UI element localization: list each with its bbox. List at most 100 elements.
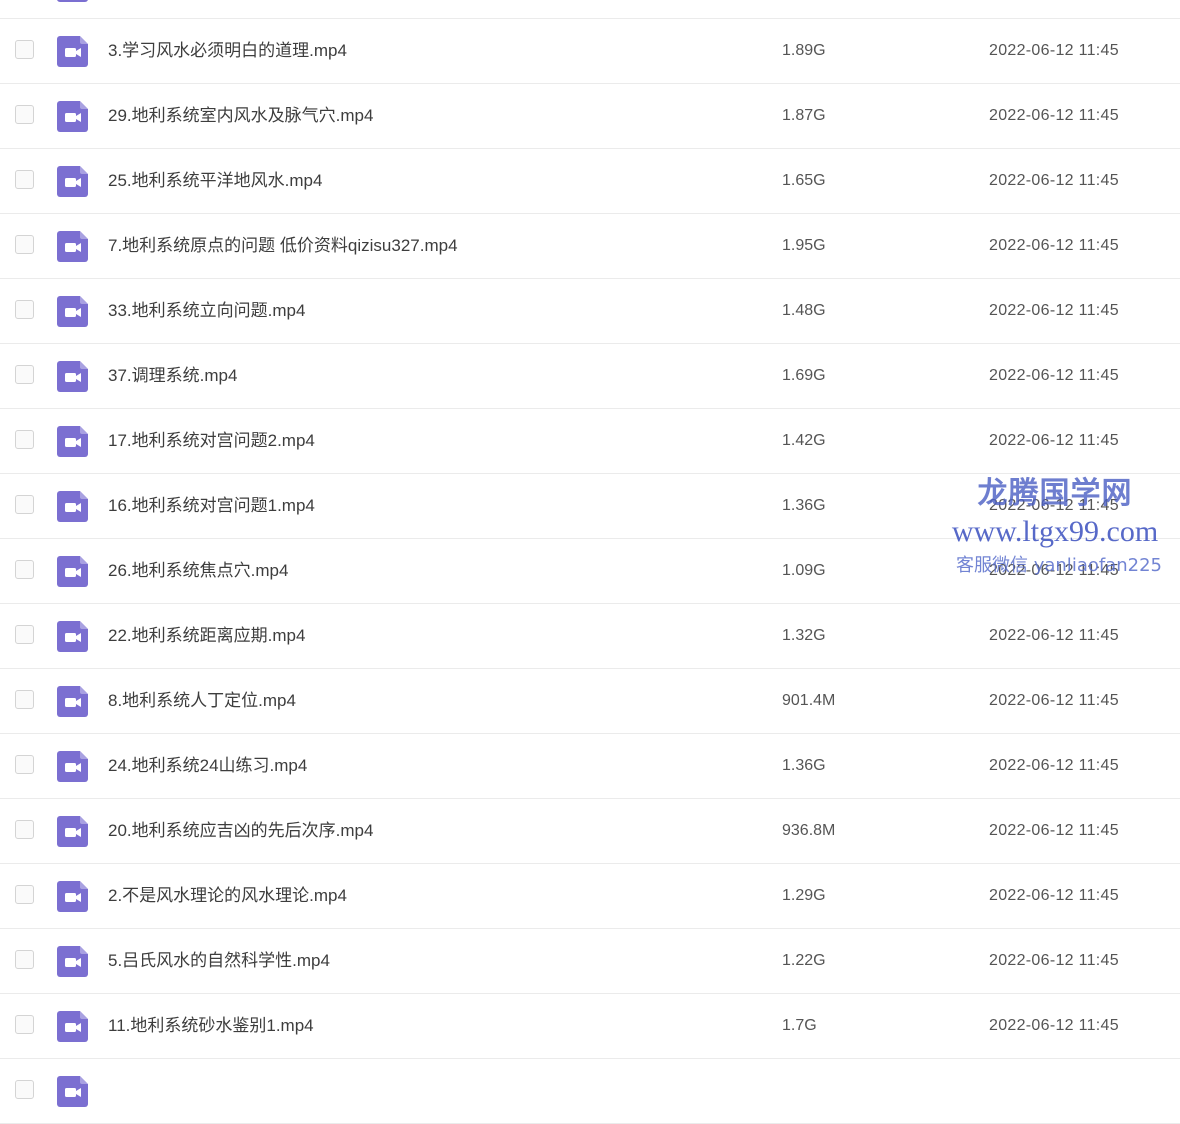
file-date: 2022-06-12 11:45 <box>989 887 1119 904</box>
file-row[interactable]: 33.地利系统立向问题.mp4 1.48G 2022-06-12 11:45 <box>0 279 1180 344</box>
file-name[interactable]: 2.不是风水理论的风水理论.mp4 <box>108 864 347 928</box>
file-size: 1.48G <box>782 302 826 319</box>
video-file-icon <box>57 1011 88 1042</box>
file-date: 2022-06-12 11:45 <box>989 42 1119 59</box>
file-size: 1.69G <box>782 367 826 384</box>
row-checkbox[interactable] <box>15 430 34 449</box>
file-name[interactable]: 37.调理系统.mp4 <box>108 344 237 408</box>
row-checkbox[interactable] <box>15 755 34 774</box>
file-list: 3.学习风水必须明白的道理.mp4 1.89G 2022-06-12 11:45 29… <box>0 0 1180 1124</box>
row-checkbox[interactable] <box>15 950 34 969</box>
file-date: 2022-06-12 11:45 <box>989 367 1119 384</box>
file-row[interactable]: 24.地利系统24山练习.mp4 1.36G 2022-06-12 11:45 <box>0 734 1180 799</box>
row-checkbox[interactable] <box>15 365 34 384</box>
file-row[interactable]: 11.地利系统砂水鉴别1.mp4 1.7G 2022-06-12 11:45 <box>0 994 1180 1059</box>
file-row[interactable]: 37.调理系统.mp4 1.69G 2022-06-12 11:45 <box>0 344 1180 409</box>
row-checkbox[interactable] <box>15 560 34 579</box>
file-name[interactable]: 17.地利系统对宫问题2.mp4 <box>108 409 315 473</box>
file-row[interactable] <box>0 0 1180 19</box>
file-size: 936.8M <box>782 822 836 839</box>
video-file-icon <box>57 491 88 522</box>
file-name[interactable]: 25.地利系统平洋地风水.mp4 <box>108 149 322 213</box>
video-file-icon <box>57 686 88 717</box>
file-row[interactable]: 20.地利系统应吉凶的先后次序.mp4 936.8M 2022-06-12 11:4… <box>0 799 1180 864</box>
video-file-icon <box>57 816 88 847</box>
row-checkbox[interactable] <box>15 820 34 839</box>
file-date: 2022-06-12 11:45 <box>989 627 1119 644</box>
video-file-icon <box>57 1076 88 1107</box>
row-checkbox[interactable] <box>15 1015 34 1034</box>
row-checkbox[interactable] <box>15 625 34 644</box>
video-file-icon <box>57 296 88 327</box>
row-checkbox[interactable] <box>15 885 34 904</box>
video-file-icon <box>57 881 88 912</box>
row-checkbox[interactable] <box>15 235 34 254</box>
row-checkbox[interactable] <box>15 40 34 59</box>
video-file-icon <box>57 751 88 782</box>
file-date: 2022-06-12 11:45 <box>989 1017 1119 1034</box>
file-date: 2022-06-12 11:45 <box>989 497 1119 514</box>
video-file-icon <box>57 101 88 132</box>
file-row[interactable]: 16.地利系统对宫问题1.mp4 1.36G 2022-06-12 11:45 <box>0 474 1180 539</box>
file-name[interactable]: 22.地利系统距离应期.mp4 <box>108 604 305 668</box>
video-file-icon <box>57 166 88 197</box>
file-date: 2022-06-12 11:45 <box>989 237 1119 254</box>
file-size: 901.4M <box>782 692 836 709</box>
file-date: 2022-06-12 11:45 <box>989 757 1119 774</box>
file-name[interactable]: 26.地利系统焦点穴.mp4 <box>108 539 288 603</box>
video-file-icon <box>57 361 88 392</box>
file-date: 2022-06-12 11:45 <box>989 822 1119 839</box>
file-name[interactable]: 3.学习风水必须明白的道理.mp4 <box>108 19 347 83</box>
file-row[interactable]: 5.吕氏风水的自然科学性.mp4 1.22G 2022-06-12 11:45 <box>0 929 1180 994</box>
video-file-icon <box>57 426 88 457</box>
video-file-icon <box>57 36 88 67</box>
file-size: 1.09G <box>782 562 826 579</box>
file-name[interactable]: 29.地利系统室内风水及脉气穴.mp4 <box>108 84 373 148</box>
video-file-icon <box>57 556 88 587</box>
file-date: 2022-06-12 11:45 <box>989 562 1119 579</box>
row-checkbox[interactable] <box>15 300 34 319</box>
video-file-icon <box>57 0 88 2</box>
file-date: 2022-06-12 11:45 <box>989 302 1119 319</box>
file-row[interactable]: 25.地利系统平洋地风水.mp4 1.65G 2022-06-12 11:45 <box>0 149 1180 214</box>
file-size: 1.7G <box>782 1017 817 1034</box>
file-size: 1.32G <box>782 627 826 644</box>
file-row[interactable]: 2.不是风水理论的风水理论.mp4 1.29G 2022-06-12 11:45 <box>0 864 1180 929</box>
file-date: 2022-06-12 11:45 <box>989 107 1119 124</box>
file-name[interactable]: 24.地利系统24山练习.mp4 <box>108 734 307 798</box>
file-date: 2022-06-12 11:45 <box>989 692 1119 709</box>
file-size: 1.29G <box>782 887 826 904</box>
file-size: 1.22G <box>782 952 826 969</box>
file-row[interactable]: 29.地利系统室内风水及脉气穴.mp4 1.87G 2022-06-12 11:45 <box>0 84 1180 149</box>
file-size: 1.36G <box>782 757 826 774</box>
file-date: 2022-06-12 11:45 <box>989 952 1119 969</box>
row-checkbox[interactable] <box>15 690 34 709</box>
file-row[interactable]: 3.学习风水必须明白的道理.mp4 1.89G 2022-06-12 11:45 <box>0 19 1180 84</box>
file-name[interactable]: 8.地利系统人丁定位.mp4 <box>108 669 296 733</box>
row-checkbox[interactable] <box>15 105 34 124</box>
row-checkbox[interactable] <box>15 170 34 189</box>
file-name[interactable]: 33.地利系统立向问题.mp4 <box>108 279 305 343</box>
file-date: 2022-06-12 11:45 <box>989 432 1119 449</box>
file-name[interactable]: 16.地利系统对宫问题1.mp4 <box>108 474 315 538</box>
video-file-icon <box>57 231 88 262</box>
file-row[interactable]: 26.地利系统焦点穴.mp4 1.09G 2022-06-12 11:45 <box>0 539 1180 604</box>
row-checkbox[interactable] <box>15 1080 34 1099</box>
file-name[interactable]: 5.吕氏风水的自然科学性.mp4 <box>108 929 330 993</box>
file-size: 1.89G <box>782 42 826 59</box>
video-file-icon <box>57 946 88 977</box>
file-row[interactable]: 22.地利系统距离应期.mp4 1.32G 2022-06-12 11:45 <box>0 604 1180 669</box>
file-row[interactable] <box>0 1059 1180 1124</box>
file-row[interactable]: 7.地利系统原点的问题 低价资料qizisu327.mp4 1.95G 2022-0… <box>0 214 1180 279</box>
row-checkbox[interactable] <box>15 495 34 514</box>
file-size: 1.42G <box>782 432 826 449</box>
file-name[interactable]: 7.地利系统原点的问题 低价资料qizisu327.mp4 <box>108 214 458 278</box>
file-row[interactable]: 17.地利系统对宫问题2.mp4 1.42G 2022-06-12 11:45 <box>0 409 1180 474</box>
video-file-icon <box>57 621 88 652</box>
file-size: 1.87G <box>782 107 826 124</box>
file-name[interactable]: 11.地利系统砂水鉴别1.mp4 <box>108 994 314 1058</box>
file-row[interactable]: 8.地利系统人丁定位.mp4 901.4M 2022-06-12 11:45 <box>0 669 1180 734</box>
file-size: 1.36G <box>782 497 826 514</box>
file-name[interactable]: 20.地利系统应吉凶的先后次序.mp4 <box>108 799 373 863</box>
file-date: 2022-06-12 11:45 <box>989 172 1119 189</box>
